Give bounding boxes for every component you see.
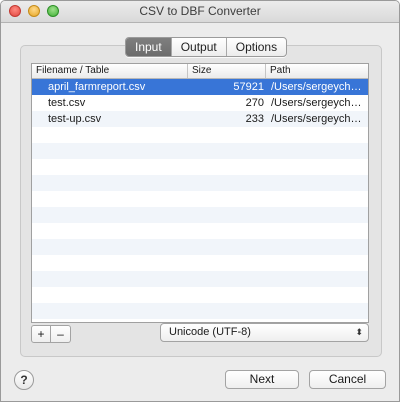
title-bar[interactable]: CSV to DBF Converter [1, 1, 399, 23]
filename-cell: test-up.csv [48, 113, 102, 125]
table-row[interactable]: april_farmreport.csv 57921 /Users/sergey… [32, 79, 368, 95]
window-title: CSV to DBF Converter [139, 4, 261, 18]
path-cell: /Users/sergeyche… [271, 81, 366, 93]
empty-table-row [32, 175, 368, 191]
path-cell: /Users/sergeyche… [271, 97, 366, 109]
encoding-value: Unicode (UTF-8) [169, 326, 251, 338]
empty-table-row [32, 239, 368, 255]
empty-table-row [32, 127, 368, 143]
empty-table-row [32, 271, 368, 287]
table-row[interactable]: test.csv 270 /Users/sergeyche… [32, 95, 368, 111]
up-down-arrows-icon: ⬍ [355, 327, 363, 337]
size-cell: 233 [245, 113, 264, 125]
add-file-button[interactable]: + [31, 325, 51, 343]
tab-options[interactable]: Options [227, 38, 286, 56]
file-table[interactable]: Filename / Table Size Path april_farmrep… [31, 63, 369, 323]
filename-cell: test.csv [48, 97, 86, 109]
size-cell: 270 [245, 97, 264, 109]
cancel-button[interactable]: Cancel [309, 370, 386, 389]
empty-table-row [32, 255, 368, 271]
column-header-filename[interactable]: Filename / Table [32, 64, 188, 78]
empty-table-row [32, 191, 368, 207]
path-cell: /Users/sergeyche… [271, 113, 366, 125]
tab-input[interactable]: Input [126, 38, 172, 56]
empty-table-row [32, 303, 368, 319]
window: CSV to DBF Converter Input Output Option… [0, 0, 400, 402]
column-header-size[interactable]: Size [188, 64, 266, 78]
remove-file-button[interactable]: – [51, 325, 71, 343]
next-button[interactable]: Next [225, 370, 299, 389]
empty-table-row [32, 143, 368, 159]
tab-bar: Input Output Options [125, 37, 288, 57]
table-header: Filename / Table Size Path [32, 64, 368, 79]
size-cell: 57921 [233, 81, 264, 93]
encoding-select[interactable]: Unicode (UTF-8) ⬍ [160, 323, 369, 342]
column-header-path[interactable]: Path [266, 64, 368, 78]
table-body: april_farmreport.csv 57921 /Users/sergey… [32, 79, 368, 319]
empty-table-row [32, 287, 368, 303]
filename-cell: april_farmreport.csv [48, 81, 146, 93]
empty-table-row [32, 223, 368, 239]
table-row[interactable]: test-up.csv 233 /Users/sergeyche… [32, 111, 368, 127]
empty-table-row [32, 207, 368, 223]
help-button[interactable]: ? [14, 370, 34, 390]
tab-output[interactable]: Output [172, 38, 227, 56]
empty-table-row [32, 159, 368, 175]
